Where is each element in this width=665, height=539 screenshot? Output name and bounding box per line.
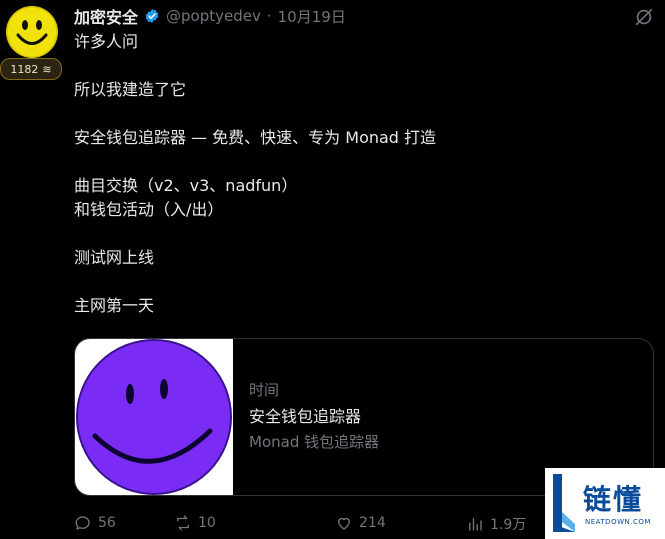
post-date[interactable]: 10月19日 (278, 6, 346, 27)
follower-badge: 1182 ≋ (0, 58, 62, 80)
post-line: 和钱包活动（入/出） (74, 200, 224, 219)
badge-count: 1182 (10, 62, 39, 76)
post-line: 所以我建造了它 (74, 80, 187, 99)
purple-smiley-icon (76, 339, 232, 495)
author-handle[interactable]: @poptyedev (166, 7, 261, 25)
view-count: 1.9万 (490, 517, 527, 533)
badge-glyph-icon: ≋ (42, 62, 52, 76)
card-title: 安全钱包追踪器 (249, 407, 362, 426)
grok-icon[interactable] (633, 6, 655, 28)
heart-icon (338, 517, 350, 530)
author-name[interactable]: 加密安全 (74, 4, 138, 28)
card-description: Monad 钱包追踪器 (249, 433, 380, 451)
post-line: 安全钱包追踪器 — 免费、快速、专为 Monad 打造 (74, 128, 437, 147)
verified-badge-icon (145, 9, 159, 23)
reply-button[interactable]: 56 (74, 514, 116, 532)
post-line: 许多人问 (74, 32, 139, 51)
post-body: 许多人问 ​ 所以我建造了它 ​ 安全钱包追踪器 — 免费、快速、专为 Mona… (74, 30, 655, 318)
views-icon (469, 518, 482, 531)
watermark-subtitle: NEATDOWN.COM (585, 518, 651, 526)
post-line: 主网第一天 (74, 296, 155, 315)
post-line: ​ (74, 270, 655, 294)
card-source: 时间 (249, 381, 280, 399)
author-avatar-block[interactable]: 1182 ≋ (0, 0, 64, 80)
repost-button[interactable]: 10 (174, 514, 216, 532)
views-button[interactable]: 1.9万 (466, 514, 526, 534)
watermark-logo-icon (553, 474, 575, 532)
post-line: 测试网上线 (74, 248, 155, 267)
post-line: ​ (74, 54, 655, 78)
post-line: ​ (74, 222, 655, 246)
smiley-face-icon (6, 6, 58, 58)
reply-count: 56 (98, 515, 116, 531)
like-button[interactable]: 214 (335, 514, 386, 532)
post-header: 加密安全 @poptyedev · 10月19日 (74, 4, 655, 28)
repost-icon (177, 515, 189, 531)
header-separator: · (266, 7, 272, 25)
site-watermark: 链懂 NEATDOWN.COM (545, 468, 665, 539)
post-line: ​ (74, 102, 655, 126)
like-count: 214 (359, 515, 386, 531)
post-line: ​ (74, 150, 655, 174)
avatar[interactable] (6, 6, 58, 58)
post-line: 曲目交换（v2、v3、nadfun） (74, 176, 298, 195)
card-meta: 时间 安全钱包追踪器 Monad 钱包追踪器 (249, 379, 379, 455)
repost-count: 10 (198, 515, 216, 531)
reply-icon (75, 516, 90, 530)
watermark-title: 链懂 (583, 483, 644, 516)
card-thumbnail[interactable] (75, 339, 233, 495)
